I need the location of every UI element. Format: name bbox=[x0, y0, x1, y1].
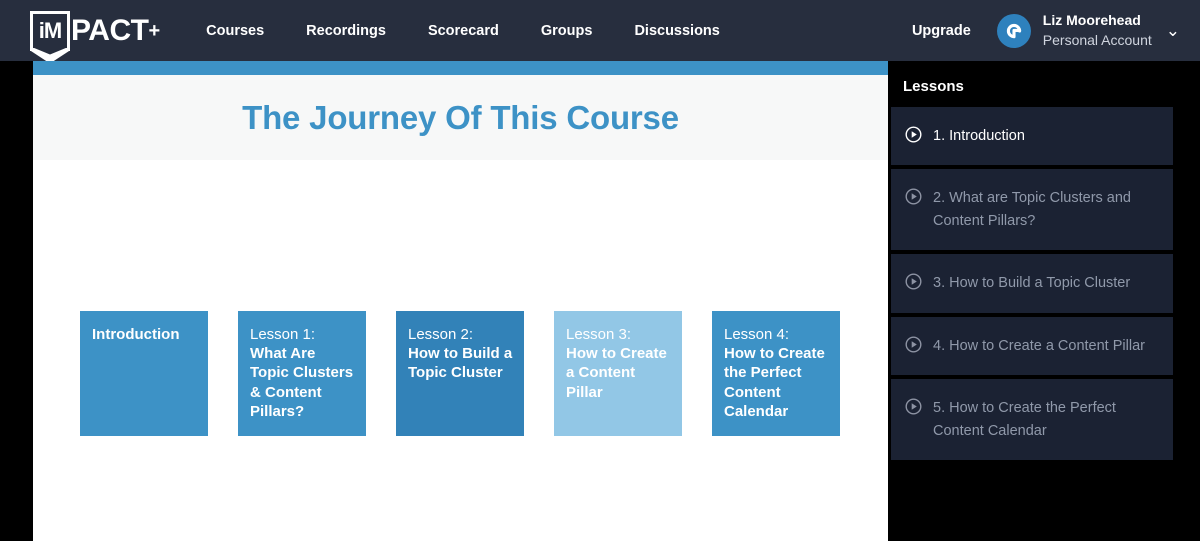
hero-banner: The Journey Of This Course bbox=[33, 75, 888, 160]
sidebar-item-lesson-4[interactable]: 4. How to Create a Content Pillar bbox=[891, 316, 1173, 376]
play-circle-icon bbox=[905, 126, 922, 143]
account-name: Liz Moorehead bbox=[1042, 11, 1141, 28]
nav-item-courses[interactable]: Courses bbox=[206, 23, 264, 39]
play-circle-icon bbox=[905, 398, 922, 415]
journey-card-lesson-3[interactable]: Lesson 3: How to Create a Content Pillar bbox=[554, 311, 682, 436]
account-area: Upgrade Liz Moorehead Personal Account ⌄ bbox=[912, 0, 1186, 61]
sidebar-item-label: 2. What are Topic Clusters and Content P… bbox=[933, 190, 1131, 229]
nav-item-groups[interactable]: Groups bbox=[541, 23, 593, 39]
play-circle-icon bbox=[905, 336, 922, 353]
journey-card-title: How to Create a Content Pillar bbox=[566, 345, 667, 401]
chevron-down-icon[interactable]: ⌄ bbox=[1166, 22, 1180, 39]
sidebar-item-label: 4. How to Create a Content Pillar bbox=[933, 337, 1145, 354]
play-circle-icon bbox=[905, 188, 922, 205]
logo-plus-mark: + bbox=[148, 19, 161, 42]
account-info[interactable]: Liz Moorehead Personal Account bbox=[1043, 11, 1152, 51]
page-body: The Journey Of This Course Introduction … bbox=[0, 61, 1200, 541]
sidebar-item-lesson-1[interactable]: 1. Introduction bbox=[891, 107, 1173, 166]
journey-card-title: How to Build a Topic Cluster bbox=[408, 345, 513, 382]
journey-card-eyebrow: Lesson 1: bbox=[250, 326, 316, 343]
sidebar-item-lesson-3[interactable]: 3. How to Build a Topic Cluster bbox=[891, 254, 1173, 313]
play-circle-icon bbox=[905, 273, 922, 290]
account-subtitle: Personal Account bbox=[1042, 31, 1152, 48]
accent-bar bbox=[33, 61, 888, 75]
nav-item-recordings[interactable]: Recordings bbox=[306, 23, 386, 39]
journey-card-row: Introduction Lesson 1: What Are Topic Cl… bbox=[80, 311, 840, 436]
journey-card-eyebrow: Lesson 4: bbox=[724, 326, 790, 343]
page-title: The Journey Of This Course bbox=[242, 98, 679, 136]
logo-badge-text: iM bbox=[38, 17, 62, 43]
nav-item-scorecard[interactable]: Scorecard bbox=[428, 23, 499, 39]
lessons-sidebar-title: Lessons bbox=[903, 78, 964, 95]
impact-plus-logo[interactable]: iM PACT + bbox=[30, 10, 161, 51]
nav-item-discussions[interactable]: Discussions bbox=[634, 23, 719, 39]
sidebar-item-label: 5. How to Create the Perfect Content Cal… bbox=[933, 400, 1116, 439]
journey-card-lesson-4[interactable]: Lesson 4: How to Create the Perfect Cont… bbox=[712, 311, 840, 436]
sidebar-item-label: 1. Introduction bbox=[933, 128, 1025, 144]
course-content-panel: The Journey Of This Course Introduction … bbox=[33, 61, 888, 541]
journey-card-title: Introduction bbox=[92, 326, 180, 343]
journey-card-eyebrow: Lesson 3: bbox=[566, 326, 632, 343]
journey-card-eyebrow: Lesson 2: bbox=[408, 326, 474, 343]
sidebar-item-lesson-5[interactable]: 5. How to Create the Perfect Content Cal… bbox=[891, 379, 1173, 461]
primary-nav: Courses Recordings Scorecard Groups Disc… bbox=[206, 23, 720, 39]
spiral-avatar-icon[interactable] bbox=[996, 13, 1031, 48]
journey-card-introduction[interactable]: Introduction bbox=[80, 311, 208, 436]
journey-card-title: What Are Topic Clusters & Content Pillar… bbox=[250, 345, 354, 420]
top-navigation-bar: iM PACT + Courses Recordings Scorecard G… bbox=[0, 0, 1200, 61]
sidebar-item-lesson-2[interactable]: 2. What are Topic Clusters and Content P… bbox=[891, 169, 1173, 251]
journey-card-lesson-1[interactable]: Lesson 1: What Are Topic Clusters & Cont… bbox=[238, 311, 366, 436]
journey-card-lesson-2[interactable]: Lesson 2: How to Build a Topic Cluster bbox=[396, 311, 524, 436]
sidebar-item-label: 3. How to Build a Topic Cluster bbox=[933, 275, 1131, 292]
lessons-sidebar: Lessons 1. Introduction 2. What are Topi… bbox=[888, 61, 1200, 541]
lessons-list: 1. Introduction 2. What are Topic Cluste… bbox=[888, 107, 1200, 461]
journey-card-title: How to Create the Perfect Content Calend… bbox=[724, 345, 825, 420]
upgrade-button[interactable]: Upgrade bbox=[912, 23, 971, 39]
impact-shield-logo-icon: iM bbox=[30, 10, 70, 51]
logo-wordmark: PACT bbox=[71, 13, 149, 47]
